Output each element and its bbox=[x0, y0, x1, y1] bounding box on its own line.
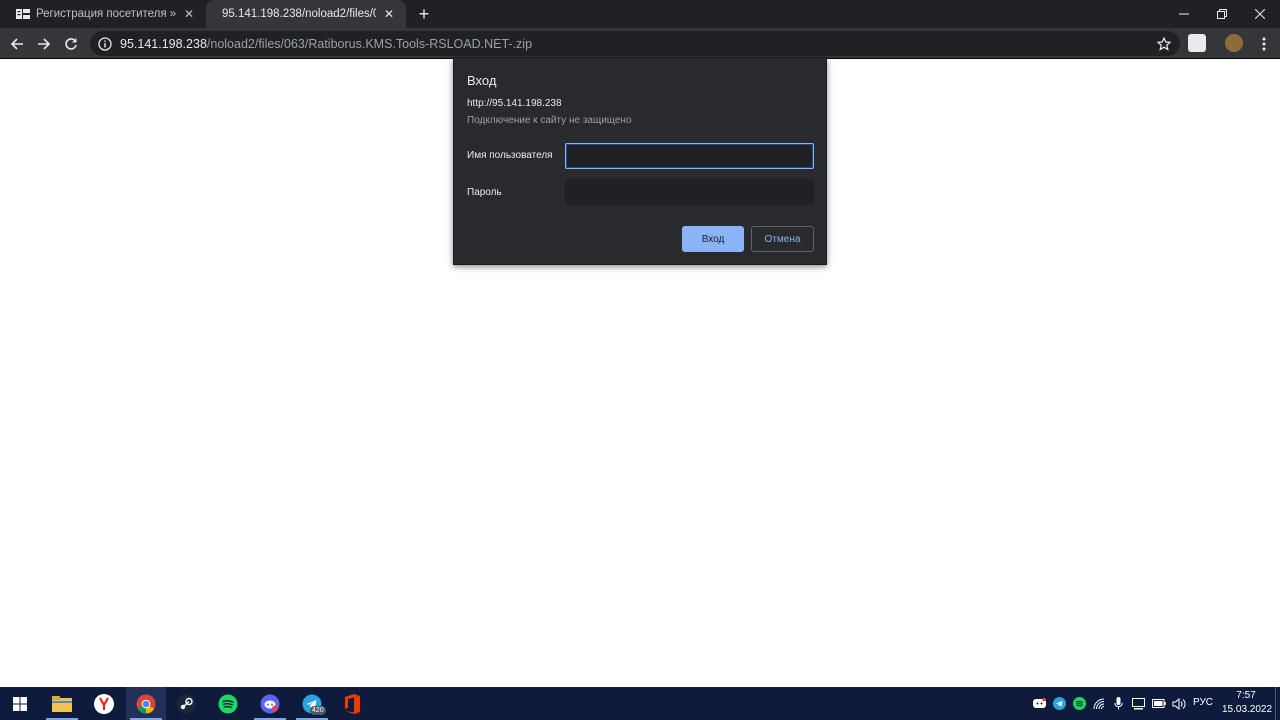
tab-strip: Регистрация посетителя » Скачать ✕ 95.14… bbox=[0, 0, 1280, 28]
volume-icon[interactable] bbox=[1171, 687, 1187, 720]
extension-icon[interactable] bbox=[1188, 34, 1206, 52]
clock-date: 15.03.2022 bbox=[1222, 704, 1273, 715]
display-icon[interactable] bbox=[1130, 687, 1146, 720]
steam-icon[interactable] bbox=[166, 687, 206, 720]
wifi-icon[interactable] bbox=[1091, 687, 1107, 720]
telegram-tray-icon[interactable] bbox=[1051, 687, 1067, 720]
auth-dialog: Вход http://95.141.198.238 Подключение к… bbox=[453, 57, 827, 265]
microphone-icon[interactable] bbox=[1111, 687, 1125, 720]
restore-icon[interactable] bbox=[1204, 0, 1240, 28]
url-host: 95.141.198.238 bbox=[120, 36, 207, 51]
show-desktop-button[interactable] bbox=[1275, 687, 1276, 720]
username-label: Имя пользователя bbox=[467, 150, 553, 161]
browser-toolbar: 95.141.198.238/noload2/files/063/Ratibor… bbox=[0, 28, 1280, 59]
start-icon[interactable] bbox=[0, 687, 40, 720]
discord-icon[interactable] bbox=[250, 687, 290, 720]
login-button[interactable]: Вход bbox=[682, 226, 744, 252]
menu-icon[interactable] bbox=[1252, 32, 1276, 56]
discord-tray-icon[interactable] bbox=[1031, 687, 1047, 720]
dialog-warning: Подключение к сайту не защищено bbox=[467, 115, 632, 126]
plus-icon[interactable]: + bbox=[414, 4, 434, 24]
profile-avatar[interactable] bbox=[1225, 34, 1243, 52]
tab-title: Регистрация посетителя » Скачать bbox=[36, 8, 176, 20]
username-field[interactable] bbox=[565, 143, 814, 169]
page-favicon-icon bbox=[16, 8, 30, 20]
telegram-badge: 420 bbox=[310, 706, 326, 715]
telegram-icon[interactable]: 420 bbox=[292, 687, 332, 720]
reload-icon[interactable] bbox=[59, 32, 83, 56]
spotify-icon[interactable] bbox=[208, 687, 248, 720]
clock-time: 7:57 bbox=[1236, 690, 1256, 701]
star-icon[interactable] bbox=[1152, 32, 1176, 56]
address-bar[interactable]: 95.141.198.238/noload2/files/063/Ratibor… bbox=[90, 31, 1180, 56]
arrow-right-icon[interactable] bbox=[32, 32, 56, 56]
close-window-icon[interactable] bbox=[1242, 0, 1278, 28]
file-explorer-icon[interactable] bbox=[42, 687, 82, 720]
tab-title: 95.141.198.238/noload2/files/063/Ratibor… bbox=[222, 8, 376, 20]
cancel-button[interactable]: Отмена bbox=[751, 226, 814, 252]
tab-current[interactable]: 95.141.198.238/noload2/files/063/Ratibor… bbox=[206, 0, 406, 28]
dialog-host: http://95.141.198.238 bbox=[467, 98, 562, 109]
battery-icon[interactable] bbox=[1151, 687, 1167, 720]
password-field[interactable] bbox=[565, 179, 814, 205]
close-icon[interactable]: ✕ bbox=[182, 7, 196, 21]
info-icon[interactable] bbox=[98, 36, 112, 51]
dialog-title: Вход bbox=[467, 73, 497, 88]
minimize-icon[interactable] bbox=[1166, 0, 1202, 28]
yandex-browser-icon[interactable] bbox=[84, 687, 124, 720]
office-icon[interactable] bbox=[332, 687, 372, 720]
spotify-tray-icon[interactable] bbox=[1071, 687, 1087, 720]
close-icon[interactable]: ✕ bbox=[382, 7, 396, 21]
password-label: Пароль bbox=[467, 187, 502, 198]
clock[interactable]: 7:57 15.03.2022 bbox=[1222, 689, 1273, 717]
arrow-left-icon[interactable] bbox=[5, 32, 29, 56]
tab-registration[interactable]: Регистрация посетителя » Скачать ✕ bbox=[0, 0, 206, 28]
chrome-icon[interactable] bbox=[126, 687, 166, 720]
language-indicator[interactable]: РУС bbox=[1193, 697, 1213, 708]
taskbar: 420 РУС 7:57 15.03.2022 bbox=[0, 687, 1280, 720]
url-path: /noload2/files/063/Ratiborus.KMS.Tools-R… bbox=[206, 36, 533, 51]
